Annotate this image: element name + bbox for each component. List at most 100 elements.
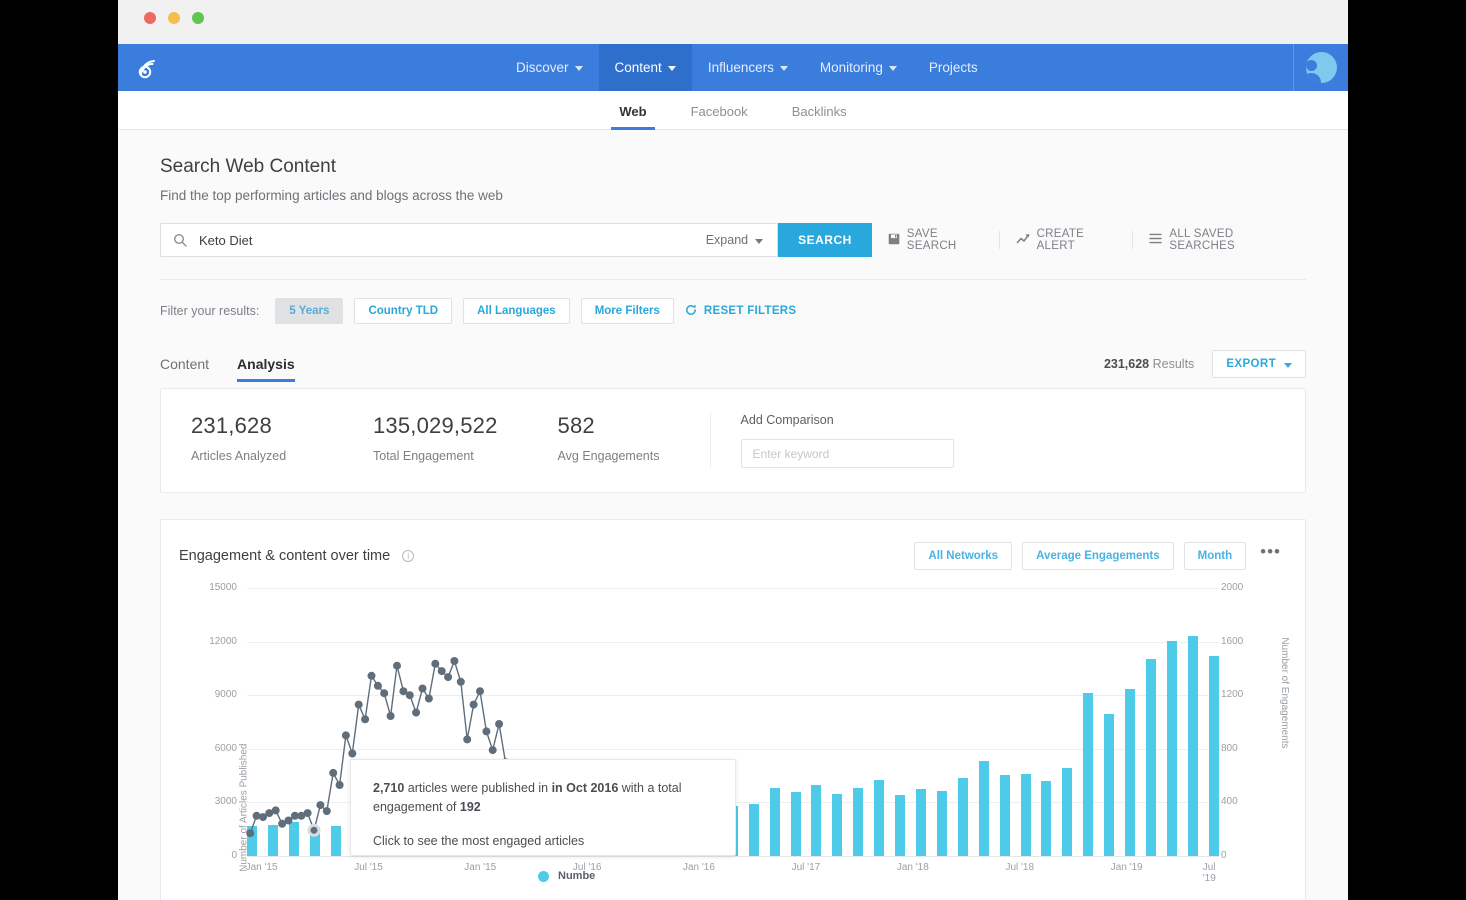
nav-item-monitoring[interactable]: Monitoring	[804, 44, 913, 91]
stat-label: Total Engagement	[373, 449, 474, 463]
line-point[interactable]	[284, 816, 293, 825]
line-point[interactable]	[463, 735, 472, 744]
save-search-button[interactable]: SAVE SEARCH	[872, 228, 999, 252]
line-point[interactable]	[431, 659, 440, 668]
line-point[interactable]	[322, 807, 331, 816]
chart-bar[interactable]	[895, 795, 906, 856]
line-point[interactable]	[418, 684, 427, 693]
y-axis-left-tick: 9000	[214, 689, 237, 701]
line-point[interactable]	[412, 708, 421, 717]
line-point[interactable]	[444, 673, 453, 682]
info-icon[interactable]: i	[402, 550, 415, 562]
nav-item-influencers[interactable]: Influencers	[692, 44, 804, 91]
search-button[interactable]: SEARCH	[778, 223, 872, 257]
tooltip-period: in Oct 2016	[551, 781, 619, 795]
create-alert-button[interactable]: CREATE ALERT	[998, 228, 1133, 252]
chart-bar[interactable]	[936, 790, 947, 856]
nav-item-discover[interactable]: Discover	[500, 44, 599, 91]
comparison-keyword-input[interactable]	[740, 439, 954, 468]
chart-bar[interactable]	[832, 794, 843, 856]
maximize-window-dot[interactable]	[192, 12, 204, 24]
chart-bar[interactable]	[1208, 655, 1219, 856]
tab-content[interactable]: Content	[160, 356, 209, 382]
filter-chip-more-filters[interactable]: More Filters	[580, 298, 674, 324]
tab-facebook[interactable]: Facebook	[669, 104, 770, 129]
chart-filter-month[interactable]: Month	[1183, 542, 1247, 570]
line-point[interactable]	[271, 806, 280, 815]
brand-logo[interactable]	[118, 54, 180, 82]
line-point[interactable]	[246, 829, 255, 838]
chart-bar[interactable]	[1020, 773, 1031, 856]
line-point[interactable]	[424, 694, 433, 703]
chart-bar[interactable]	[999, 774, 1010, 856]
chart-bar[interactable]	[916, 789, 926, 856]
filter-chip-5-years[interactable]: 5 Years	[275, 298, 344, 324]
line-point[interactable]	[329, 768, 338, 777]
ellipsis-icon[interactable]: •••	[1256, 543, 1287, 564]
line-point[interactable]	[488, 746, 497, 755]
search-box[interactable]: Expand	[160, 223, 779, 257]
line-point[interactable]	[307, 823, 321, 837]
minimize-window-dot[interactable]	[168, 12, 180, 24]
chart-bar[interactable]	[1187, 636, 1198, 856]
line-point[interactable]	[482, 727, 491, 736]
y-axis-right-tick: 1200	[1221, 689, 1244, 701]
line-point[interactable]	[405, 691, 414, 700]
chart-bar[interactable]	[1041, 780, 1052, 856]
chart-bar[interactable]	[853, 788, 864, 856]
close-window-dot[interactable]	[144, 12, 156, 24]
line-point[interactable]	[335, 781, 344, 789]
line-point[interactable]	[469, 700, 478, 709]
chart-bar[interactable]	[769, 788, 780, 856]
chart-bar[interactable]	[1125, 688, 1136, 856]
legend-item-clipped[interactable]: Numbe	[538, 870, 595, 882]
chart-bar[interactable]	[1083, 693, 1094, 856]
chart-filter-all-networks[interactable]: All Networks	[914, 542, 1013, 570]
avatar[interactable]	[1305, 52, 1337, 83]
line-point[interactable]	[386, 712, 395, 720]
line-point[interactable]	[367, 671, 376, 680]
browser-chrome-bar	[118, 0, 1348, 44]
tab-web[interactable]: Web	[597, 104, 668, 130]
chart-bar[interactable]	[790, 791, 801, 856]
chart-bar[interactable]	[748, 804, 759, 856]
line-point[interactable]	[341, 731, 350, 740]
line-point[interactable]	[361, 715, 370, 724]
all-saved-searches-button[interactable]: ALL SAVED SEARCHES	[1132, 228, 1306, 252]
chart-bar[interactable]	[1104, 713, 1115, 856]
chart-bar[interactable]	[978, 761, 989, 856]
line-point[interactable]	[393, 661, 401, 670]
line-point[interactable]	[354, 700, 363, 709]
tab-analysis[interactable]: Analysis	[237, 356, 295, 382]
line-point[interactable]	[437, 667, 446, 676]
chart-bar[interactable]	[1145, 659, 1156, 856]
chart-bar[interactable]	[957, 778, 968, 856]
nav-item-content[interactable]: Content	[598, 44, 692, 91]
chart-bar[interactable]	[811, 784, 822, 856]
filter-chip-all-languages[interactable]: All Languages	[463, 298, 570, 324]
nav-item-projects[interactable]: Projects	[913, 44, 994, 91]
line-point[interactable]	[495, 720, 504, 728]
line-point[interactable]	[373, 681, 382, 690]
line-point[interactable]	[456, 677, 465, 686]
chart-bar[interactable]	[1166, 640, 1177, 856]
avatar-head	[1306, 60, 1317, 71]
line-point[interactable]	[380, 689, 389, 698]
expand-dropdown[interactable]: Expand	[692, 233, 777, 247]
chart-bar[interactable]	[1062, 767, 1073, 856]
window-controls[interactable]	[144, 12, 204, 24]
tab-backlinks[interactable]: Backlinks	[770, 104, 869, 129]
export-button[interactable]: EXPORT	[1212, 350, 1306, 378]
line-point[interactable]	[303, 809, 312, 818]
line-point[interactable]	[450, 657, 459, 665]
account-menu[interactable]	[1293, 44, 1348, 91]
chart-filter-average-engagements[interactable]: Average Engagements	[1022, 542, 1174, 570]
reset-filters-button[interactable]: RESET FILTERS	[685, 304, 797, 319]
search-input[interactable]	[187, 232, 692, 248]
line-point[interactable]	[348, 749, 357, 758]
chart-bar[interactable]	[874, 780, 885, 856]
line-point[interactable]	[316, 801, 325, 810]
tooltip-text-1: articles were published in	[404, 781, 552, 795]
line-point[interactable]	[476, 687, 484, 696]
filter-chip-country-tld[interactable]: Country TLD	[354, 298, 453, 324]
